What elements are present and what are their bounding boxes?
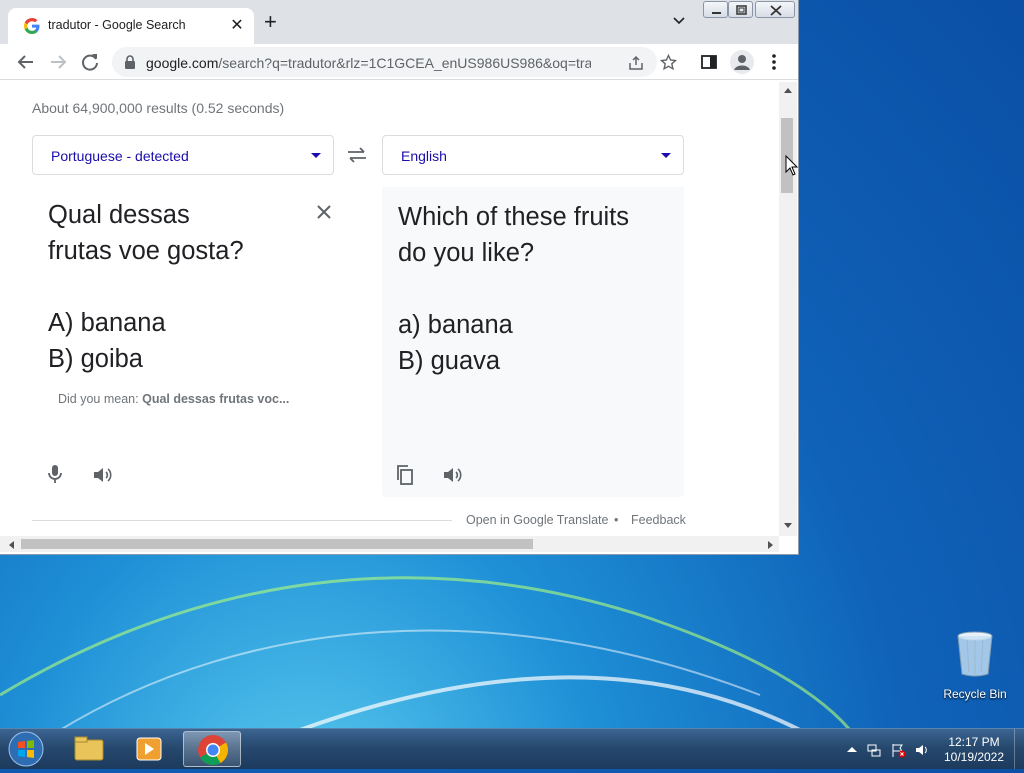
source-speaker-icon[interactable]	[91, 463, 115, 487]
chrome-icon	[198, 735, 229, 766]
target-speaker-icon[interactable]	[441, 463, 465, 487]
network-icon[interactable]	[866, 742, 882, 758]
swap-languages-icon[interactable]	[346, 147, 368, 163]
result-stats: About 64,900,000 results (0.52 seconds)	[32, 100, 285, 116]
minimize-button[interactable]	[703, 1, 728, 18]
source-text[interactable]: Qual dessas frutas voe gosta? A) banana …	[48, 197, 288, 377]
reload-icon[interactable]	[79, 51, 101, 73]
vertical-scrollbar[interactable]	[779, 82, 797, 536]
url-host: google.com	[146, 55, 219, 71]
mouse-cursor-icon	[785, 155, 799, 176]
lock-icon[interactable]	[124, 55, 136, 69]
google-favicon-icon	[24, 18, 40, 34]
copy-icon[interactable]	[393, 463, 417, 487]
volume-icon[interactable]	[914, 742, 930, 758]
forward-arrow-icon[interactable]	[47, 51, 69, 73]
horizontal-scroll-thumb[interactable]	[21, 539, 533, 549]
scroll-down-arrow-icon[interactable]	[783, 522, 793, 530]
scroll-up-arrow-icon[interactable]	[783, 86, 793, 94]
chrome-window: tradutor - Google Search ✕ + google.com/…	[0, 0, 799, 555]
translated-text: Which of these fruits do you like? a) ba…	[398, 203, 630, 375]
feedback-link[interactable]: Feedback	[631, 513, 686, 527]
minimize-icon	[712, 12, 721, 14]
restore-icon	[736, 5, 747, 15]
microphone-icon[interactable]	[43, 462, 67, 486]
did-you-mean-label: Did you mean:	[58, 392, 139, 406]
folder-icon	[74, 736, 104, 761]
back-arrow-icon[interactable]	[15, 51, 37, 73]
url-path: /search?q=tradutor&rlz=1C1GCEA_enUS986US…	[218, 55, 591, 71]
target-language-select[interactable]: English	[382, 135, 684, 175]
did-you-mean-chip[interactable]: Did you mean: Qual dessas frutas voc...	[48, 388, 300, 414]
show-desktop-button[interactable]	[1014, 729, 1024, 769]
taskbar-chrome-button[interactable]	[183, 731, 241, 767]
page-content: About 64,900,000 results (0.52 seconds) …	[0, 82, 779, 536]
action-center-flag-icon[interactable]	[890, 742, 906, 758]
system-clock[interactable]: 12:17 PM 10/19/2022	[936, 735, 1012, 765]
browser-toolbar: google.com/search?q=tradutor&rlz=1C1GCEA…	[0, 44, 798, 80]
clock-date: 10/19/2022	[943, 750, 1005, 764]
tab-close-icon[interactable]: ✕	[228, 15, 246, 35]
close-window-button[interactable]	[755, 1, 795, 18]
show-hidden-icons-arrow-icon[interactable]	[844, 742, 860, 758]
address-bar[interactable]: google.com/search?q=tradutor&rlz=1C1GCEA…	[112, 47, 677, 77]
recycle-bin-icon	[957, 631, 993, 677]
tab-title: tradutor - Google Search	[48, 18, 186, 32]
media-player-icon	[136, 737, 162, 761]
clear-text-icon[interactable]	[314, 202, 334, 222]
caret-down-icon	[311, 153, 321, 158]
scroll-right-arrow-icon[interactable]	[766, 540, 774, 550]
footer-divider	[32, 520, 452, 521]
source-language-label: Portuguese - detected	[51, 148, 189, 164]
caret-down-icon	[661, 153, 671, 158]
clock-time: 12:17 PM	[948, 735, 1000, 749]
profile-avatar[interactable]	[730, 50, 754, 74]
recycle-bin-label: Recycle Bin	[943, 687, 1007, 701]
menu-kebab-icon[interactable]	[763, 51, 785, 73]
target-language-label: English	[401, 148, 447, 164]
did-you-mean-suggestion[interactable]: Qual dessas frutas voc...	[142, 392, 289, 406]
source-language-select[interactable]: Portuguese - detected	[32, 135, 334, 175]
profile-person-icon	[734, 55, 750, 70]
scroll-left-arrow-icon[interactable]	[8, 540, 16, 550]
desktop-wallpaper-swoosh	[0, 576, 852, 730]
start-button-windows-icon[interactable]	[6, 730, 46, 768]
taskbar: 12:17 PM 10/19/2022	[0, 728, 1024, 769]
url-text[interactable]: google.com/search?q=tradutor&rlz=1C1GCEA…	[146, 55, 591, 71]
open-in-google-translate-link[interactable]: Open in Google Translate	[466, 513, 608, 527]
bookmark-star-icon[interactable]	[660, 54, 677, 71]
target-text-area: Which of these fruits do you like? a) ba…	[382, 187, 684, 497]
tab-google-search[interactable]: tradutor - Google Search ✕	[8, 8, 254, 44]
source-text-area[interactable]: Qual dessas frutas voe gosta? A) banana …	[32, 187, 334, 497]
tab-strip: tradutor - Google Search ✕ +	[0, 0, 798, 44]
tab-search-chevron-icon[interactable]	[672, 14, 686, 28]
taskbar-explorer-button[interactable]	[60, 731, 118, 767]
maximize-button[interactable]	[728, 1, 753, 18]
recycle-bin[interactable]: Recycle Bin	[940, 630, 1010, 701]
new-tab-plus-icon[interactable]: +	[264, 11, 277, 33]
horizontal-scrollbar[interactable]	[0, 536, 779, 552]
side-panel-icon[interactable]	[698, 51, 720, 73]
close-icon	[770, 5, 782, 16]
share-icon[interactable]	[628, 55, 644, 71]
footer-separator: •	[614, 513, 619, 527]
taskbar-media-player-button[interactable]	[121, 731, 179, 767]
